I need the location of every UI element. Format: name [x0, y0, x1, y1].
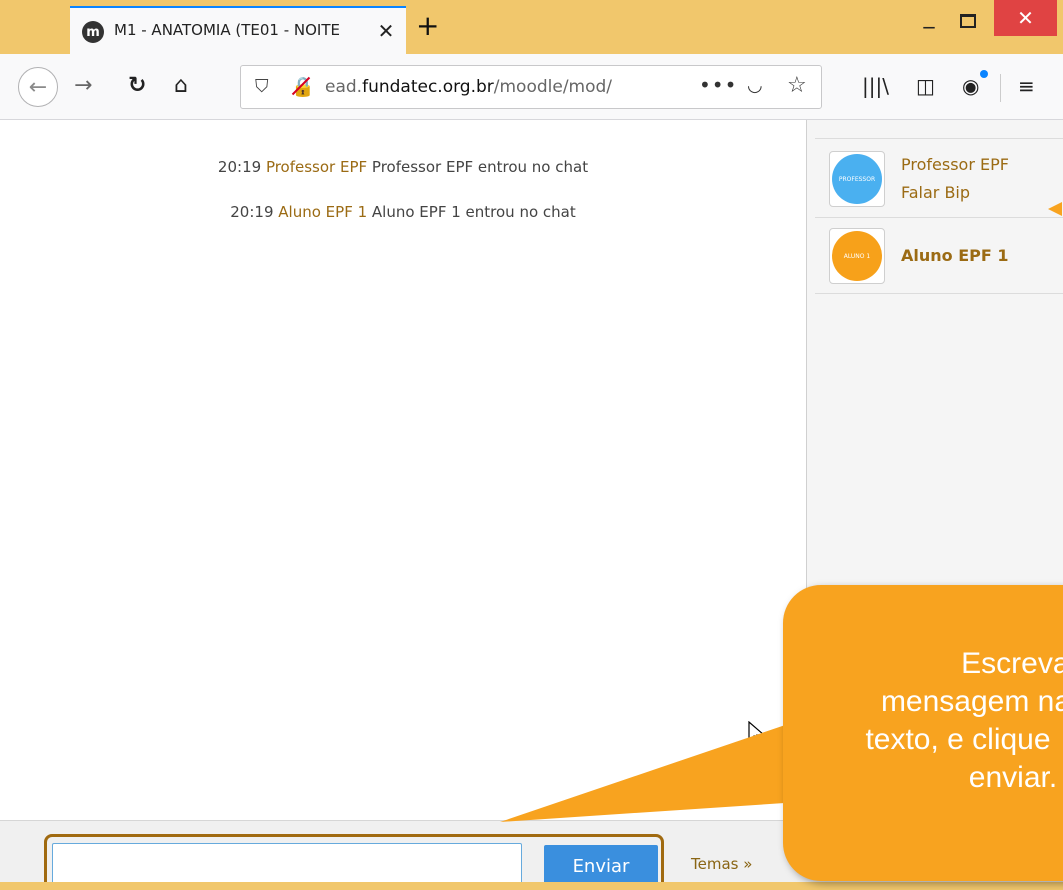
close-window-icon[interactable]: ✕	[994, 0, 1057, 36]
back-arrow-icon[interactable]: ←	[18, 67, 58, 107]
maximize-icon[interactable]	[960, 14, 976, 28]
home-icon[interactable]: ⌂	[174, 74, 188, 98]
new-tab-icon[interactable]: +	[416, 12, 439, 40]
avatar[interactable]: ALUNO 1	[829, 228, 885, 284]
chat-messages: 20:19 Professor EPF Professor EPF entrou…	[0, 120, 806, 820]
toolbar-separator	[1000, 74, 1001, 102]
themes-link[interactable]: Temas »	[691, 855, 752, 873]
user-name-link[interactable]: Aluno EPF 1	[901, 246, 1009, 265]
tutorial-callout: Escreva s mensagem na texto, e clique en…	[783, 585, 1063, 881]
url-text[interactable]: ead.fundatec.org.br/moodle/mod/	[325, 77, 655, 97]
navigation-toolbar: ← → ↻ ⌂ ⛉ 🔒 ead.fundatec.org.br/moodle/m…	[0, 54, 1063, 120]
chat-message: 20:19 Professor EPF Professor EPF entrou…	[0, 158, 806, 176]
reload-icon[interactable]: ↻	[128, 74, 146, 98]
send-button[interactable]: Enviar	[544, 845, 658, 887]
message-input[interactable]	[52, 843, 522, 887]
moodle-favicon-icon: m	[82, 21, 104, 43]
message-time: 20:19	[230, 203, 274, 221]
close-tab-icon[interactable]: ✕	[374, 19, 398, 43]
minimize-icon[interactable]: _	[914, 6, 944, 34]
bookmark-star-icon[interactable]: ☆	[787, 73, 807, 98]
tracking-shield-icon[interactable]: ⛉	[255, 76, 269, 97]
pocket-icon[interactable]: ◡	[747, 75, 763, 96]
sidebar-icon[interactable]: ◫	[916, 74, 935, 98]
page-actions-icon[interactable]: •••	[699, 73, 737, 97]
user-name-link[interactable]: Professor EPF	[901, 155, 1009, 174]
callout-arrow	[1048, 202, 1062, 216]
insecure-lock-icon[interactable]: 🔒	[291, 75, 315, 98]
chat-message: 20:19 Aluno EPF 1 Aluno EPF 1 entrou no …	[0, 203, 806, 221]
message-text: Professor EPF entrou no chat	[371, 158, 589, 176]
window-bottom-border	[0, 882, 1063, 890]
menu-icon[interactable]: ≡	[1018, 74, 1035, 98]
library-icon[interactable]: |||\	[862, 74, 889, 98]
browser-tab[interactable]: m M1 - ANATOMIA (TE01 - NOITE ✕	[70, 6, 406, 54]
mouse-cursor-icon	[748, 721, 766, 745]
user-list-item: ALUNO 1 Aluno EPF 1	[815, 218, 1063, 294]
avatar-image: PROFESSOR	[832, 154, 882, 204]
title-bar: m M1 - ANATOMIA (TE01 - NOITE ✕ + _ ✕	[0, 0, 1063, 54]
account-icon[interactable]: ◉	[962, 74, 979, 98]
message-text: Aluno EPF 1 entrou no chat	[371, 203, 576, 221]
avatar[interactable]: PROFESSOR	[829, 151, 885, 207]
user-list-item: PROFESSOR Professor EPF Falar Bip	[815, 138, 1063, 218]
avatar-image: ALUNO 1	[832, 231, 882, 281]
message-user-link[interactable]: Aluno EPF 1	[278, 203, 367, 221]
tab-title: M1 - ANATOMIA (TE01 - NOITE	[114, 21, 340, 39]
callout-text: Escreva s mensagem na texto, e clique en…	[865, 647, 1063, 794]
message-user-link[interactable]: Professor EPF	[266, 158, 367, 176]
forward-arrow-icon[interactable]: →	[74, 74, 92, 98]
message-time: 20:19	[217, 158, 262, 176]
browser-window: m M1 - ANATOMIA (TE01 - NOITE ✕ + _ ✕ ← …	[0, 0, 1063, 890]
beep-link[interactable]: Falar Bip	[901, 183, 970, 202]
url-bar[interactable]: ⛉ 🔒 ead.fundatec.org.br/moodle/mod/ ••• …	[240, 65, 822, 109]
account-notification-dot	[980, 70, 988, 78]
